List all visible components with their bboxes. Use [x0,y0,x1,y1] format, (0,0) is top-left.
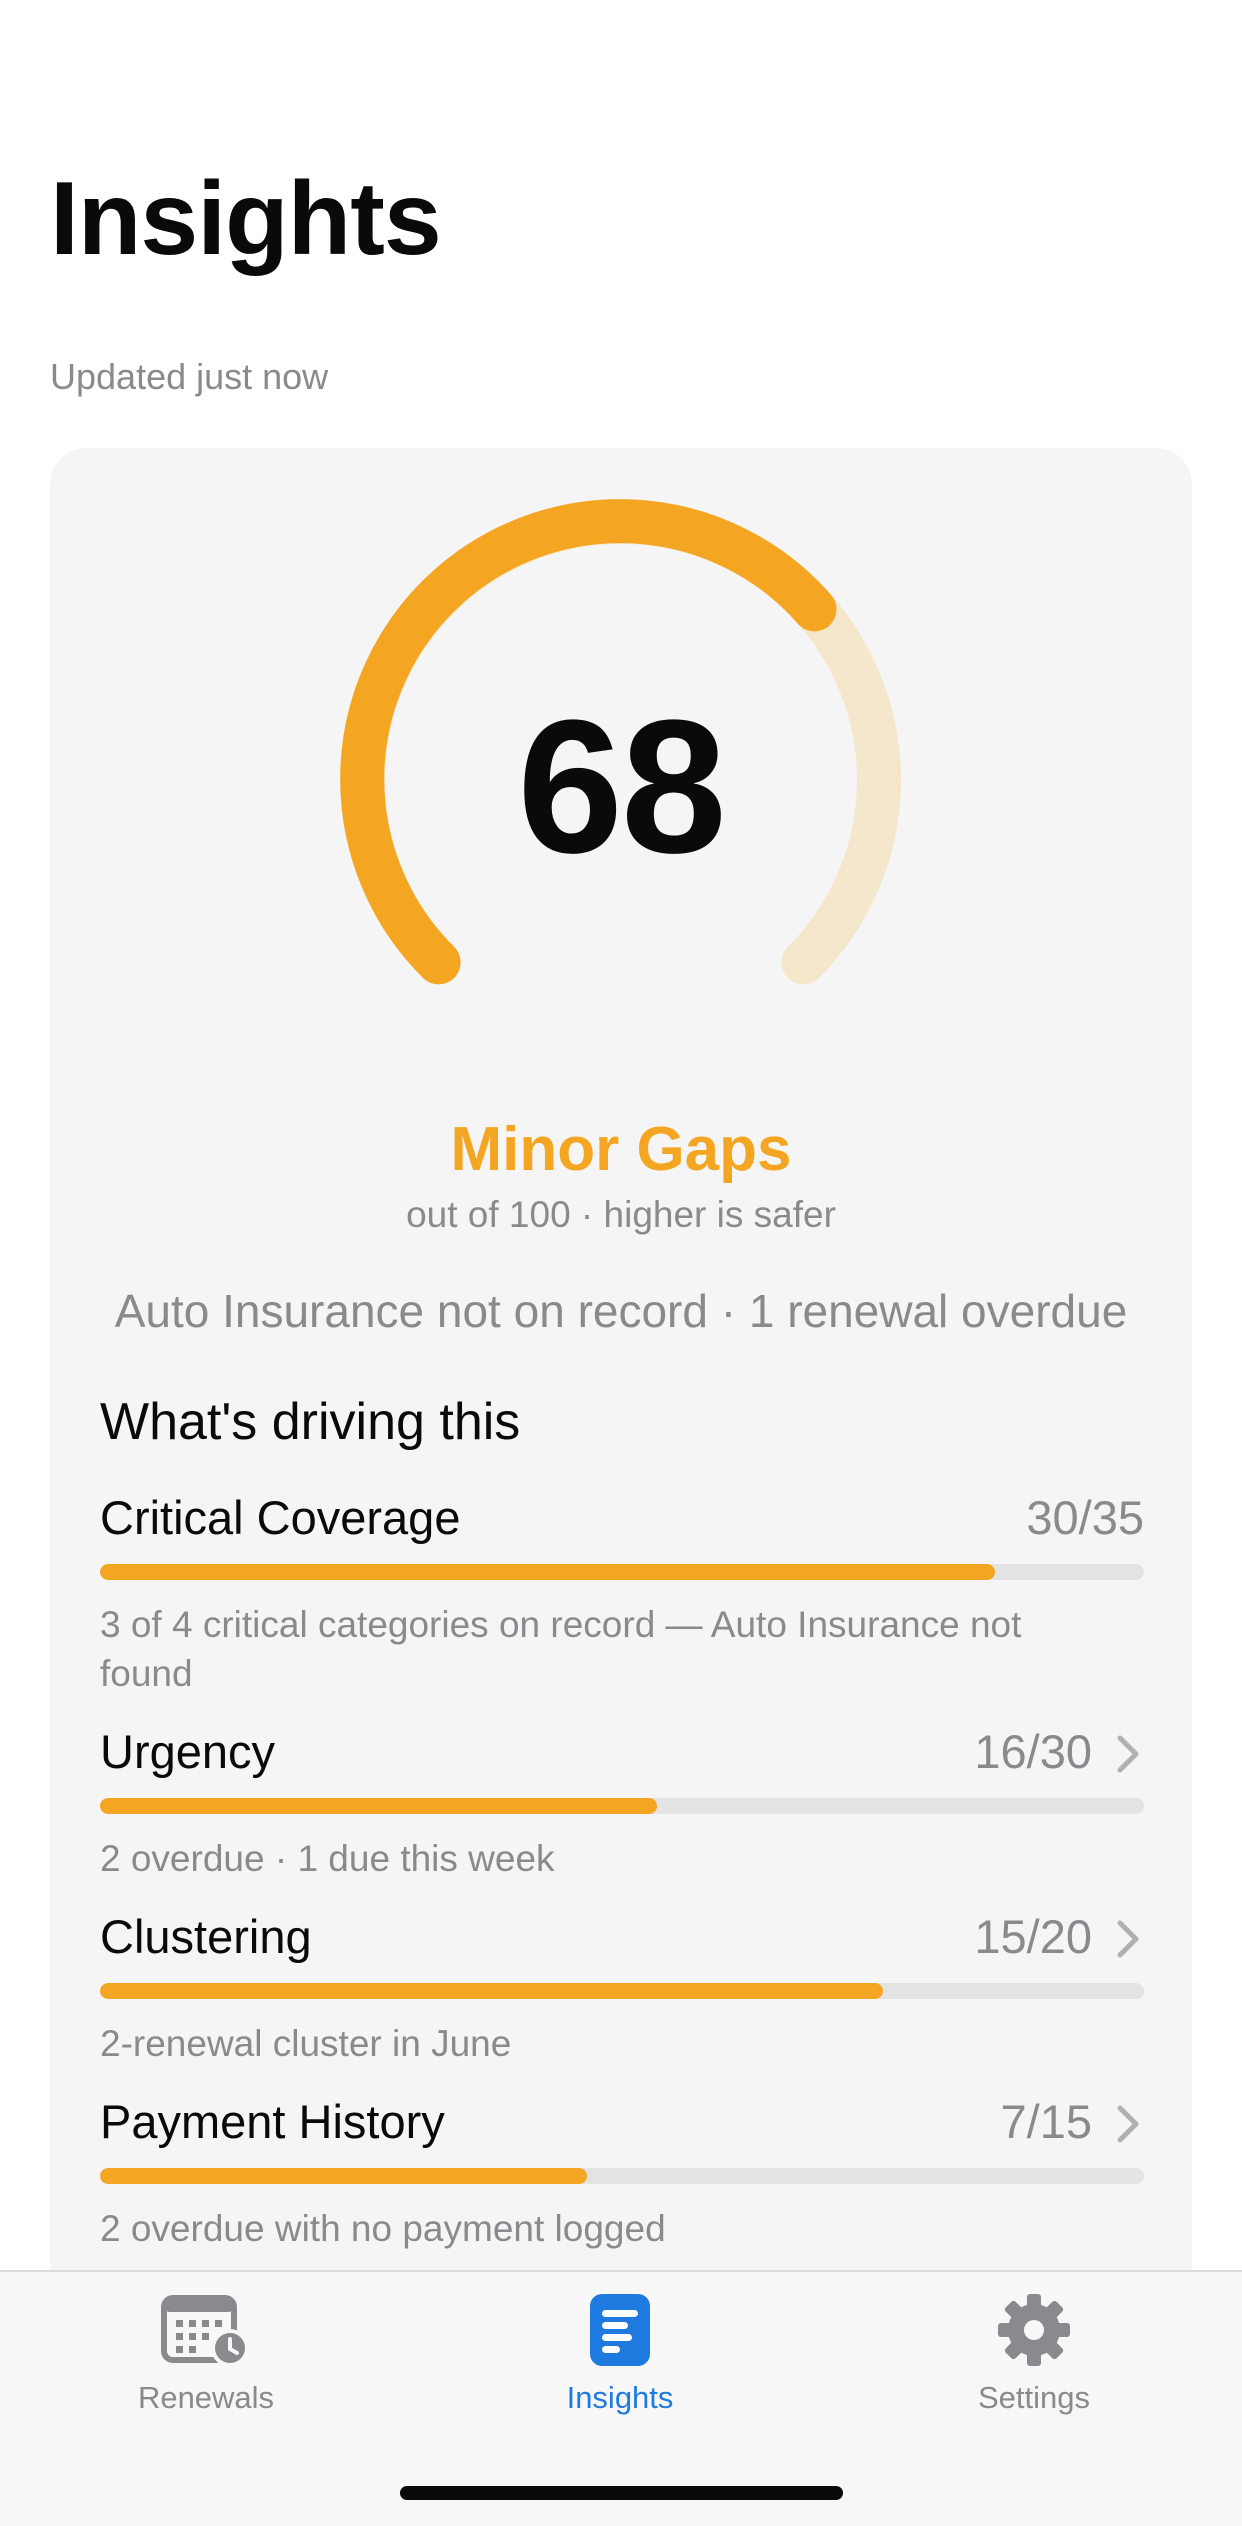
score-card: 68 Minor Gaps out of 100 · higher is saf… [50,448,1192,2526]
factor-score: 30/35 [1026,1491,1144,1544]
factor-note: 3 of 4 critical categories on record — A… [100,1604,1022,1694]
tab-label: Renewals [137,2380,275,2415]
factor-progress-fill [100,1564,995,1580]
insights-screen: Insights Updated just now 68 Minor Gaps … [0,0,1242,2526]
factor-progress-fill [100,2168,588,2184]
factor-note: 2 overdue with no payment logged [100,2208,666,2249]
score-band-label: Minor Gaps [450,1115,792,1184]
score-value: 68 [517,681,726,893]
factor-name: Clustering [100,1910,312,1963]
tab-settings[interactable]: Settings [904,2292,1164,2442]
factor-name: Urgency [100,1725,276,1778]
factor-note: 2-renewal cluster in June [100,2023,512,2064]
factor-score: 15/20 [974,1910,1092,1963]
drivers-heading: What's driving this [100,1393,521,1451]
factor-progress-track [100,1983,1144,1999]
calendar-clock-icon [161,2295,249,2367]
insights-document-icon [590,2294,650,2366]
gear-icon [998,2294,1070,2366]
tab-label: Insights [566,2380,674,2415]
tab-label: Settings [977,2380,1090,2415]
factor-name: Payment History [100,2095,445,2148]
factor-note: 2 overdue · 1 due this week [100,1838,555,1879]
factor-name: Critical Coverage [100,1491,461,1544]
factor-progress-fill [100,1798,657,1814]
factor-progress-track [100,2168,1144,2184]
chevron-right-icon [1117,1735,1139,1773]
score-summary: Auto Insurance not on record · 1 renewal… [114,1285,1128,1337]
factor-score: 16/30 [974,1725,1092,1778]
factor-progress-fill [100,1983,883,1999]
factor-progress-track [100,1564,1144,1580]
home-indicator [400,2486,843,2500]
factor-progress-track [100,1798,1144,1814]
factor-score: 7/15 [1000,2095,1092,2148]
score-scale-note: out of 100 · higher is safer [406,1194,836,1235]
updated-timestamp: Updated just now [50,356,329,397]
tab-renewals[interactable]: Renewals [76,2292,336,2442]
tab-insights[interactable]: Insights [490,2292,750,2442]
chevron-right-icon [1117,1920,1139,1958]
chevron-right-icon [1117,2105,1139,2143]
page-title: Insights [50,161,442,277]
